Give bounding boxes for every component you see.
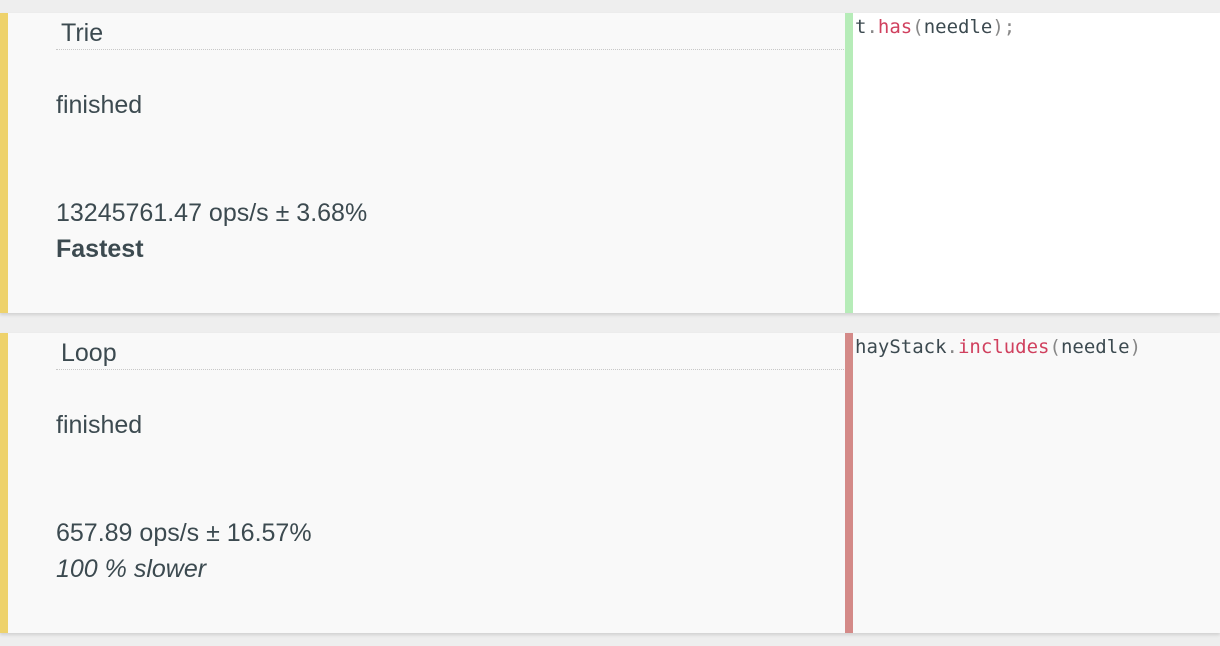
left-accent-bar: [0, 333, 8, 633]
test-case-loop: Loop finished 657.89 ops/s ± 16.57% 100 …: [0, 333, 1220, 633]
ops-per-second: 657.89 ops/s ± 16.57%: [56, 519, 312, 547]
code-dot: .: [946, 336, 958, 358]
code-method: includes: [957, 336, 1050, 358]
ops-per-second: 13245761.47 ops/s ± 3.68%: [56, 199, 368, 227]
test-status: finished: [56, 91, 143, 119]
code-argument: needle: [1060, 336, 1130, 358]
code-close: );: [992, 16, 1016, 38]
test-status: finished: [56, 411, 143, 439]
code-dot: .: [866, 16, 878, 38]
code-method: has: [877, 16, 913, 38]
result-panel: Loop finished 657.89 ops/s ± 16.57% 100 …: [8, 333, 845, 633]
left-accent-bar: [0, 13, 8, 313]
code-close: ): [1129, 336, 1142, 358]
fastest-label: Fastest: [56, 235, 144, 263]
result-panel: Trie finished 13245761.47 ops/s ± 3.68% …: [8, 13, 845, 313]
fastest-indicator-bar: [845, 13, 853, 313]
test-title[interactable]: Trie: [56, 19, 844, 50]
benchmark-results: Trie finished 13245761.47 ops/s ± 3.68% …: [0, 0, 1220, 646]
code-object: hayStack: [855, 336, 947, 358]
code-snippet[interactable]: t.has(needle);: [853, 13, 1220, 313]
code-open-paren: (: [1049, 336, 1061, 358]
test-case-trie: Trie finished 13245761.47 ops/s ± 3.68% …: [0, 13, 1220, 313]
code-snippet[interactable]: hayStack.includes(needle): [853, 333, 1220, 633]
slower-indicator-bar: [845, 333, 853, 633]
code-argument: needle: [923, 16, 993, 38]
code-object: t: [855, 16, 867, 38]
code-open-paren: (: [912, 16, 924, 38]
test-title[interactable]: Loop: [56, 339, 844, 370]
slower-label: 100 % slower: [56, 555, 207, 583]
